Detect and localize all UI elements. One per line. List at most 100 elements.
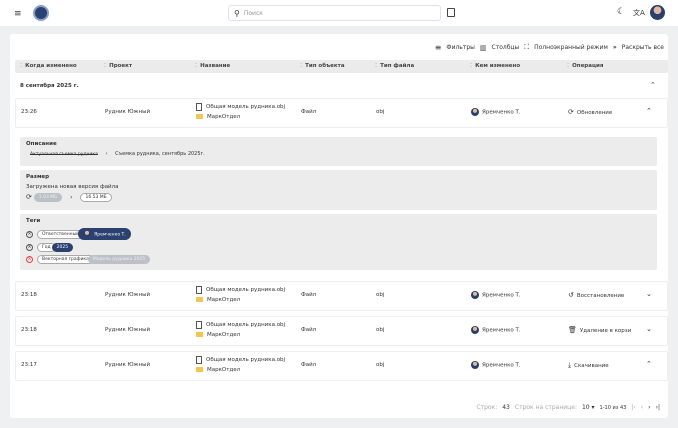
col-who[interactable]: Кем изменено xyxy=(470,63,520,69)
tag-item: × Год 2025 xyxy=(26,243,651,252)
tag-item: × Векторная графика Модель рудника 2025 xyxy=(26,255,651,264)
avatar xyxy=(471,326,479,334)
tags-panel: Теги × Ответственный Яремченко Т. × Год 2025… xyxy=(20,214,657,270)
logo[interactable] xyxy=(33,5,49,21)
refresh-icon: ⟳ xyxy=(26,193,32,201)
table-row[interactable]: 23:18 Рудник Южный Общая модель рудника.… xyxy=(15,316,668,346)
filters-button[interactable]: Фильтры xyxy=(446,44,474,51)
row-file-type: obj xyxy=(376,327,385,333)
tag-added-icon: × xyxy=(26,230,33,238)
page-range: 1-10 из 43 xyxy=(599,404,627,411)
row-project: Рудник Южный xyxy=(105,109,151,115)
expand-all-icon[interactable]: » xyxy=(613,44,617,51)
table-header: Когда изменено Проект Название Тип объек… xyxy=(15,60,668,73)
refresh-icon: ⟳ xyxy=(568,108,574,116)
col-object-type[interactable]: Тип объекта xyxy=(300,63,344,69)
file-icon xyxy=(196,285,202,294)
col-name[interactable]: Название xyxy=(195,63,230,69)
row-project: Рудник Южный xyxy=(105,362,151,368)
row-file-type: obj xyxy=(376,292,385,298)
group-date: 8 сентября 2025 г. xyxy=(20,83,79,89)
chevron-down-icon[interactable]: ⌄ xyxy=(646,325,652,333)
download-icon: ⤓ xyxy=(568,361,572,369)
expand-all-button[interactable]: Раскрыть все xyxy=(622,44,664,51)
tag-added-icon: × xyxy=(26,244,33,251)
old-description: Актуальная съемка рудника xyxy=(30,152,98,157)
file-name[interactable]: Общая модель рудника.obj xyxy=(206,104,285,110)
chevron-up-icon[interactable]: ⌃ xyxy=(646,107,652,115)
user-name: Яремченко Т. xyxy=(482,327,521,334)
trash-icon: 🗑 xyxy=(568,326,577,334)
new-description: Съемка рудника, сентябрь 2025г. xyxy=(115,151,205,157)
columns-button[interactable]: Столбцы xyxy=(492,44,520,51)
col-project[interactable]: Проект xyxy=(104,63,132,69)
search-input[interactable]: ⚲ Поиск xyxy=(228,5,441,21)
user-name: Яремченко Т. xyxy=(482,109,521,116)
row-name: Общая модель рудника.obj МаркОтдел xyxy=(196,102,285,122)
last-page-icon[interactable]: ›| xyxy=(656,404,660,411)
row-user: Яремченко Т. xyxy=(471,108,521,116)
row-file-type: obj xyxy=(376,362,385,368)
table-row[interactable]: 23:17 Рудник Южный Общая модель рудника.… xyxy=(15,351,668,381)
file-name[interactable]: Общая модель рудника.obj xyxy=(206,287,285,293)
user-name: Яремченко Т. xyxy=(482,362,521,369)
col-file-type[interactable]: Тип файла xyxy=(375,63,414,69)
chevron-up-icon[interactable]: ⌃ xyxy=(646,360,652,368)
fullscreen-button[interactable]: Полноэкранный режим xyxy=(534,44,608,51)
size-panel: Размер Загружена новая версия файла ⟳ 1.… xyxy=(20,170,657,210)
folder-name[interactable]: МаркОтдел xyxy=(207,332,240,338)
file-name[interactable]: Общая модель рудника.obj xyxy=(206,357,285,363)
col-when[interactable]: Когда изменено xyxy=(20,63,77,69)
next-page-icon[interactable]: › xyxy=(648,404,650,411)
group-collapse-icon[interactable]: ⌃ xyxy=(650,81,656,89)
col-operation[interactable]: Операция xyxy=(567,63,603,69)
pagination: Строк: 43 Строк на странице: 10 ▾ 1-10 из… xyxy=(476,404,660,411)
row-operation: ↺ Восстановление xyxy=(568,291,624,299)
open-external-icon[interactable] xyxy=(447,8,455,17)
tag-value: Яремченко Т. xyxy=(78,228,131,240)
file-icon xyxy=(196,355,202,364)
row-object-type: Файл xyxy=(301,109,317,115)
menu-icon[interactable]: ≡ xyxy=(14,9,22,19)
user-avatar[interactable] xyxy=(650,5,665,20)
row-object-type: Файл xyxy=(301,327,317,333)
file-icon xyxy=(196,320,202,329)
arrow-icon: › xyxy=(70,194,73,201)
operation-label: Скачивание xyxy=(574,363,609,369)
columns-icon[interactable]: ▥ xyxy=(480,44,487,52)
per-page-value: 10 xyxy=(581,404,590,411)
table-row[interactable]: 23:26 Рудник Южный Общая модель рудника.… xyxy=(15,98,668,128)
folder-icon xyxy=(196,367,203,372)
table-toolbar: ≡ Фильтры ▥ Столбцы ⛶ Полноэкранный режим »… xyxy=(435,43,664,52)
row-project: Рудник Южный xyxy=(105,327,151,333)
avatar xyxy=(471,108,479,116)
prev-page-icon[interactable]: ‹ xyxy=(641,404,643,411)
per-page-label: Строк на странице: xyxy=(514,404,577,411)
old-size: 1.03 МБ xyxy=(33,193,63,202)
row-operation: ⟳ Обновление xyxy=(568,108,612,116)
size-title: Размер xyxy=(26,174,50,180)
folder-name[interactable]: МаркОтдел xyxy=(207,297,240,303)
chevron-down-icon[interactable]: ⌄ xyxy=(646,290,652,298)
row-object-type: Файл xyxy=(301,362,317,368)
dark-mode-icon[interactable]: ☾ xyxy=(617,7,625,17)
first-page-icon[interactable]: |‹ xyxy=(631,404,635,411)
avatar xyxy=(471,291,479,299)
search-icon: ⚲ xyxy=(234,8,240,18)
top-bar: ≡ ⚲ Поиск ☾ 文A xyxy=(0,0,678,26)
folder-name[interactable]: МаркОтдел xyxy=(207,367,240,373)
per-page-select[interactable]: 10 ▾ xyxy=(582,404,595,411)
translate-icon[interactable]: 文A xyxy=(633,8,645,18)
row-user: Яремченко Т. xyxy=(471,361,521,369)
tag-removed-icon: × xyxy=(26,256,33,263)
row-object-type: Файл xyxy=(301,292,317,298)
tag-value-text: Яремченко Т. xyxy=(94,232,126,238)
operation-label: Восстановление xyxy=(576,293,625,299)
rows-label: Строк: xyxy=(476,404,498,411)
fullscreen-icon[interactable]: ⛶ xyxy=(524,43,529,52)
folder-name[interactable]: МаркОтдел xyxy=(207,114,240,120)
arrow-icon: › xyxy=(105,151,108,157)
file-name[interactable]: Общая модель рудника.obj xyxy=(206,322,285,328)
table-row[interactable]: 23:18 Рудник Южный Общая модель рудника.… xyxy=(15,281,668,311)
filter-icon[interactable]: ≡ xyxy=(435,43,442,52)
